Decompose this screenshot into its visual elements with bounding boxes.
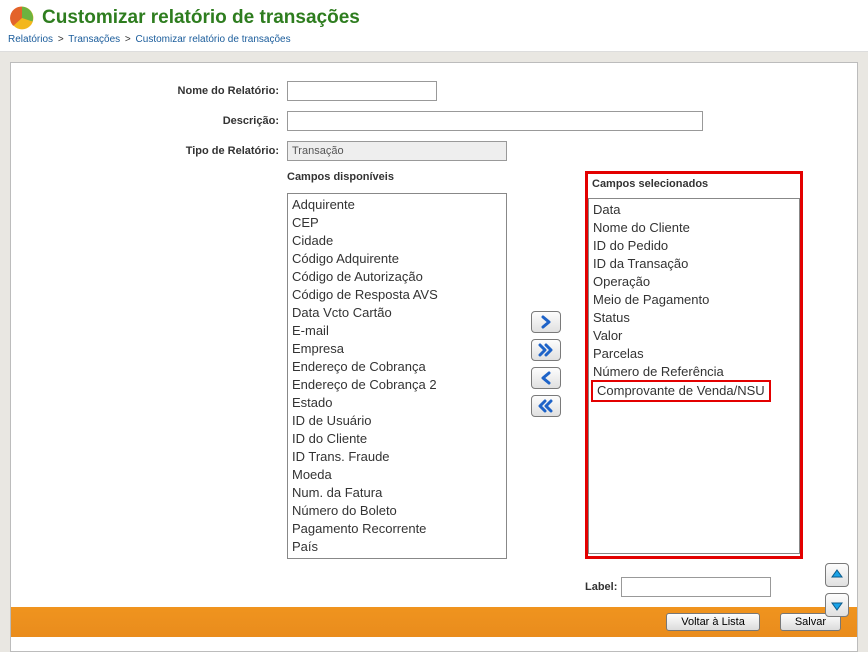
list-item[interactable]: Código de Autorização xyxy=(288,268,506,286)
list-item[interactable]: Valor xyxy=(589,327,799,345)
list-item[interactable]: País xyxy=(288,538,506,556)
list-item[interactable]: Código de Resposta AVS xyxy=(288,286,506,304)
report-name-input[interactable] xyxy=(287,81,437,101)
label-report-type: Tipo de Relatório: xyxy=(11,145,287,157)
selected-block: Campos selecionados DataNome do ClienteI… xyxy=(585,171,803,559)
breadcrumb-item: Customizar relatório de transações xyxy=(136,34,291,45)
list-item[interactable]: ID do Cliente xyxy=(288,430,506,448)
remove-button[interactable] xyxy=(531,367,561,389)
breadcrumb-sep: > xyxy=(125,34,131,45)
row-report-type: Tipo de Relatório: xyxy=(11,141,857,161)
back-to-list-button[interactable]: Voltar à Lista xyxy=(666,613,760,631)
list-item[interactable]: Num. da Fatura xyxy=(288,484,506,502)
label-field-label: Label: xyxy=(585,581,617,593)
selected-highlight-box: Campos selecionados DataNome do ClienteI… xyxy=(585,171,803,559)
list-item[interactable]: Data xyxy=(589,201,799,219)
selected-label: Campos selecionados xyxy=(592,178,708,190)
list-item[interactable]: Estado xyxy=(288,394,506,412)
list-item[interactable]: ID de Usuário xyxy=(288,412,506,430)
list-item[interactable]: ID Trans. Fraude xyxy=(288,448,506,466)
label-report-name: Nome do Relatório: xyxy=(11,85,287,97)
list-item[interactable]: Parcelas xyxy=(589,345,799,363)
move-up-button[interactable] xyxy=(825,563,849,587)
list-item[interactable]: Adquirente xyxy=(288,196,506,214)
list-item[interactable]: Empresa xyxy=(288,340,506,358)
row-description: Descrição: xyxy=(11,111,857,131)
list-item[interactable]: Nome do Cliente xyxy=(589,219,799,237)
description-input[interactable] xyxy=(287,111,703,131)
available-label: Campos disponíveis xyxy=(287,171,507,183)
label-description: Descrição: xyxy=(11,115,287,127)
available-listbox-wrap: AdquirenteCEPCidadeCódigo AdquirenteCódi… xyxy=(287,193,507,559)
list-item[interactable]: Meio de Pagamento xyxy=(589,291,799,309)
main-area: Nome do Relatório: Descrição: Tipo de Re… xyxy=(0,52,868,652)
list-item[interactable]: Número do Boleto xyxy=(288,502,506,520)
list-item[interactable]: Número de Referência xyxy=(589,363,799,381)
selected-listbox[interactable]: DataNome do ClienteID do PedidoID da Tra… xyxy=(588,198,800,554)
list-item[interactable]: Moeda xyxy=(288,466,506,484)
row-report-name: Nome do Relatório: xyxy=(11,81,857,101)
list-item[interactable]: Endereço de Cobrança 2 xyxy=(288,376,506,394)
add-button[interactable] xyxy=(531,311,561,333)
label-row: Label: xyxy=(11,577,857,597)
breadcrumb: Relatórios > Transações > Customizar rel… xyxy=(8,34,860,45)
footer-bar: Voltar à Lista Salvar xyxy=(11,607,857,637)
list-item[interactable]: Endereço de Cobrança xyxy=(288,358,506,376)
form-panel: Nome do Relatório: Descrição: Tipo de Re… xyxy=(10,62,858,652)
breadcrumb-item[interactable]: Relatórios xyxy=(8,34,53,45)
list-item[interactable]: Comprovante de Venda/NSU xyxy=(591,380,771,402)
list-item[interactable]: Código Adquirente xyxy=(288,250,506,268)
header-bar: Customizar relatório de transações Relat… xyxy=(0,0,868,52)
list-item[interactable]: E-mail xyxy=(288,322,506,340)
report-type-input xyxy=(287,141,507,161)
available-listbox[interactable]: AdquirenteCEPCidadeCódigo AdquirenteCódi… xyxy=(288,194,506,558)
transfer-buttons xyxy=(531,311,561,417)
label-field-input[interactable] xyxy=(621,577,771,597)
add-all-button[interactable] xyxy=(531,339,561,361)
remove-all-button[interactable] xyxy=(531,395,561,417)
available-block: Campos disponíveis AdquirenteCEPCidadeCó… xyxy=(287,171,507,559)
list-item[interactable]: ID do Pedido xyxy=(589,237,799,255)
list-item[interactable]: Pagamento Recorrente xyxy=(288,520,506,538)
list-item[interactable]: CEP xyxy=(288,214,506,232)
breadcrumb-sep: > xyxy=(58,34,64,45)
pie-chart-icon xyxy=(8,4,36,32)
list-item[interactable]: Cidade xyxy=(288,232,506,250)
order-buttons xyxy=(825,563,849,617)
list-item[interactable]: Data Vcto Cartão xyxy=(288,304,506,322)
title-row: Customizar relatório de transações xyxy=(8,4,860,32)
list-item[interactable]: ID da Transação xyxy=(589,255,799,273)
move-down-button[interactable] xyxy=(825,593,849,617)
columns-wrap: Campos disponíveis AdquirenteCEPCidadeCó… xyxy=(11,171,857,559)
list-item[interactable]: Status xyxy=(589,309,799,327)
list-item[interactable]: Operação xyxy=(589,273,799,291)
breadcrumb-item[interactable]: Transações xyxy=(68,34,120,45)
page-title: Customizar relatório de transações xyxy=(42,7,360,29)
